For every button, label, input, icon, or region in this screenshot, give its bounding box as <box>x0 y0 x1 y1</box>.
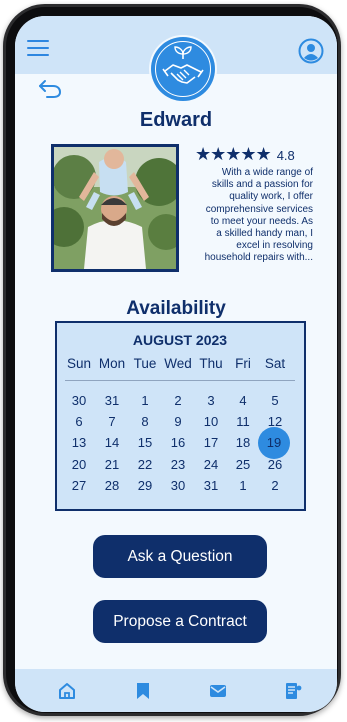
back-arrow-icon[interactable] <box>37 78 63 100</box>
handshake-plant-logo <box>151 37 215 101</box>
calendar-day[interactable]: 24 <box>195 456 227 474</box>
calendar-day[interactable]: 21 <box>96 456 128 474</box>
calendar-day-selected[interactable]: 19 <box>258 427 290 459</box>
availability-title: Availability <box>126 298 226 319</box>
calendar-day[interactable]: 13 <box>63 434 95 452</box>
calendar-day[interactable]: 10 <box>195 413 227 431</box>
calendar-day[interactable]: 31 <box>96 392 128 410</box>
app-screen: Edward ★★★★★ 4.8 With a wide range of sk… <box>15 16 337 712</box>
bio-line: skills and a passion for <box>211 179 313 191</box>
calendar-day[interactable]: 27 <box>63 477 95 495</box>
rating: ★★★★★ 4.8 <box>195 144 295 165</box>
calendar-day[interactable]: 26 <box>259 456 291 474</box>
bio-line: excel in resolving <box>236 240 313 252</box>
profile-name: Edward <box>139 109 213 131</box>
weekday-label: Fri <box>235 356 251 371</box>
calendar-day[interactable]: 28 <box>96 477 128 495</box>
calendar-day[interactable]: 22 <box>129 456 161 474</box>
calendar-day[interactable]: 30 <box>63 392 95 410</box>
mail-icon[interactable] <box>208 681 228 701</box>
bio-line: to meet your needs. As <box>210 215 313 227</box>
profile-photo <box>51 144 179 272</box>
bio-line: household repairs with... <box>204 252 313 264</box>
weekday-label: Sun <box>66 356 92 371</box>
phone-frame: Edward ★★★★★ 4.8 With a wide range of sk… <box>3 4 341 716</box>
calendar-day[interactable]: 1 <box>227 477 259 495</box>
calendar-day[interactable]: 30 <box>162 477 194 495</box>
calendar-day[interactable]: 5 <box>259 392 291 410</box>
user-circle-icon[interactable] <box>298 38 324 64</box>
home-icon[interactable] <box>57 681 77 701</box>
calendar-day[interactable]: 18 <box>227 434 259 452</box>
calendar-divider <box>65 380 295 381</box>
calendar-day[interactable]: 23 <box>162 456 194 474</box>
calendar-day[interactable]: 11 <box>227 413 259 431</box>
weekday-label: Wed <box>164 356 192 371</box>
weekday-label: Sat <box>264 356 286 371</box>
calendar-day[interactable]: 2 <box>162 392 194 410</box>
calendar-day[interactable]: 7 <box>96 413 128 431</box>
bio-line: With a wide range of <box>221 167 313 178</box>
calendar-day[interactable]: 29 <box>129 477 161 495</box>
calendar-day[interactable]: 9 <box>162 413 194 431</box>
calendar-day[interactable]: 8 <box>129 413 161 431</box>
calendar-day[interactable]: 3 <box>195 392 227 410</box>
bio-line: a skilled handy man, I <box>216 228 313 240</box>
calendar-day[interactable]: 1 <box>129 392 161 410</box>
weekday-label: Tue <box>133 356 157 371</box>
calendar-month: AUGUST 2023 <box>132 332 228 348</box>
rating-value: 4.8 <box>276 148 295 163</box>
profile-bio: With a wide range of skills and a passio… <box>189 167 313 265</box>
calendar-day[interactable]: 14 <box>96 434 128 452</box>
bio-line: quality work, I offer <box>229 191 313 203</box>
availability-calendar: AUGUST 2023 Sun Mon Tue Wed Thu Fri Sat … <box>55 321 306 511</box>
calendar-day[interactable]: 2 <box>259 477 291 495</box>
star-rating-icon: ★★★★★ <box>195 144 272 164</box>
calendar-day[interactable]: 15 <box>129 434 161 452</box>
bottom-nav <box>15 669 337 712</box>
calendar-weekdays: Sun Mon Tue Wed Thu Fri Sat <box>57 356 303 374</box>
calendar-day[interactable]: 6 <box>63 413 95 431</box>
calendar-day[interactable]: 17 <box>195 434 227 452</box>
calendar-day[interactable]: 16 <box>162 434 194 452</box>
calendar-day[interactable]: 31 <box>195 477 227 495</box>
calendar-day[interactable]: 4 <box>227 392 259 410</box>
weekday-label: Mon <box>98 356 126 371</box>
contract-icon[interactable] <box>283 681 303 701</box>
bio-line: comprehensive services <box>205 203 313 215</box>
bookmark-icon[interactable] <box>133 681 153 701</box>
calendar-day[interactable]: 25 <box>227 456 259 474</box>
hamburger-icon[interactable] <box>27 40 49 56</box>
ask-question-button[interactable]: Ask a Question <box>93 535 267 578</box>
propose-contract-button[interactable]: Propose a Contract <box>93 600 267 643</box>
calendar-day[interactable]: 20 <box>63 456 95 474</box>
weekday-label: Thu <box>199 356 223 371</box>
